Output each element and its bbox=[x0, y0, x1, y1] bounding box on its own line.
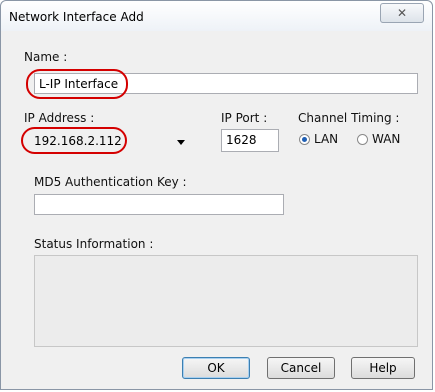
ok-button[interactable]: OK bbox=[182, 357, 250, 379]
md5-field[interactable] bbox=[34, 194, 284, 215]
close-button[interactable]: ✕ bbox=[380, 3, 424, 23]
cancel-label: Cancel bbox=[280, 361, 322, 375]
md5-label: MD5 Authentication Key : bbox=[34, 175, 187, 189]
help-button[interactable]: Help bbox=[351, 357, 415, 379]
ip-port-label: IP Port : bbox=[221, 111, 268, 125]
chevron-down-icon bbox=[177, 140, 185, 145]
ip-port-value: 1628 bbox=[226, 133, 257, 147]
wan-radio-label[interactable]: WAN bbox=[372, 132, 400, 146]
wan-radio[interactable] bbox=[357, 134, 368, 145]
lan-radio-label[interactable]: LAN bbox=[314, 132, 338, 146]
name-label: Name : bbox=[24, 50, 68, 64]
ip-port-field[interactable]: 1628 bbox=[221, 129, 279, 152]
title-bar[interactable]: Network Interface Add ✕ bbox=[1, 1, 432, 31]
lan-radio[interactable] bbox=[299, 134, 310, 145]
dialog-client: Name : L-IP Interface IP Address : 192.1… bbox=[10, 31, 422, 381]
status-box bbox=[34, 255, 418, 347]
help-label: Help bbox=[369, 361, 397, 375]
dialog-window: Network Interface Add ✕ Name : L-IP Inte… bbox=[0, 0, 433, 390]
ok-label: OK bbox=[207, 361, 225, 375]
dialog-title: Network Interface Add bbox=[9, 10, 144, 24]
highlight-ring-name bbox=[26, 69, 128, 99]
highlight-ring-ip bbox=[21, 127, 127, 154]
channel-timing-label: Channel Timing : bbox=[298, 111, 400, 125]
cancel-button[interactable]: Cancel bbox=[267, 357, 335, 379]
close-icon: ✕ bbox=[396, 6, 408, 20]
status-label: Status Information : bbox=[34, 237, 154, 251]
ip-address-label: IP Address : bbox=[24, 111, 95, 125]
